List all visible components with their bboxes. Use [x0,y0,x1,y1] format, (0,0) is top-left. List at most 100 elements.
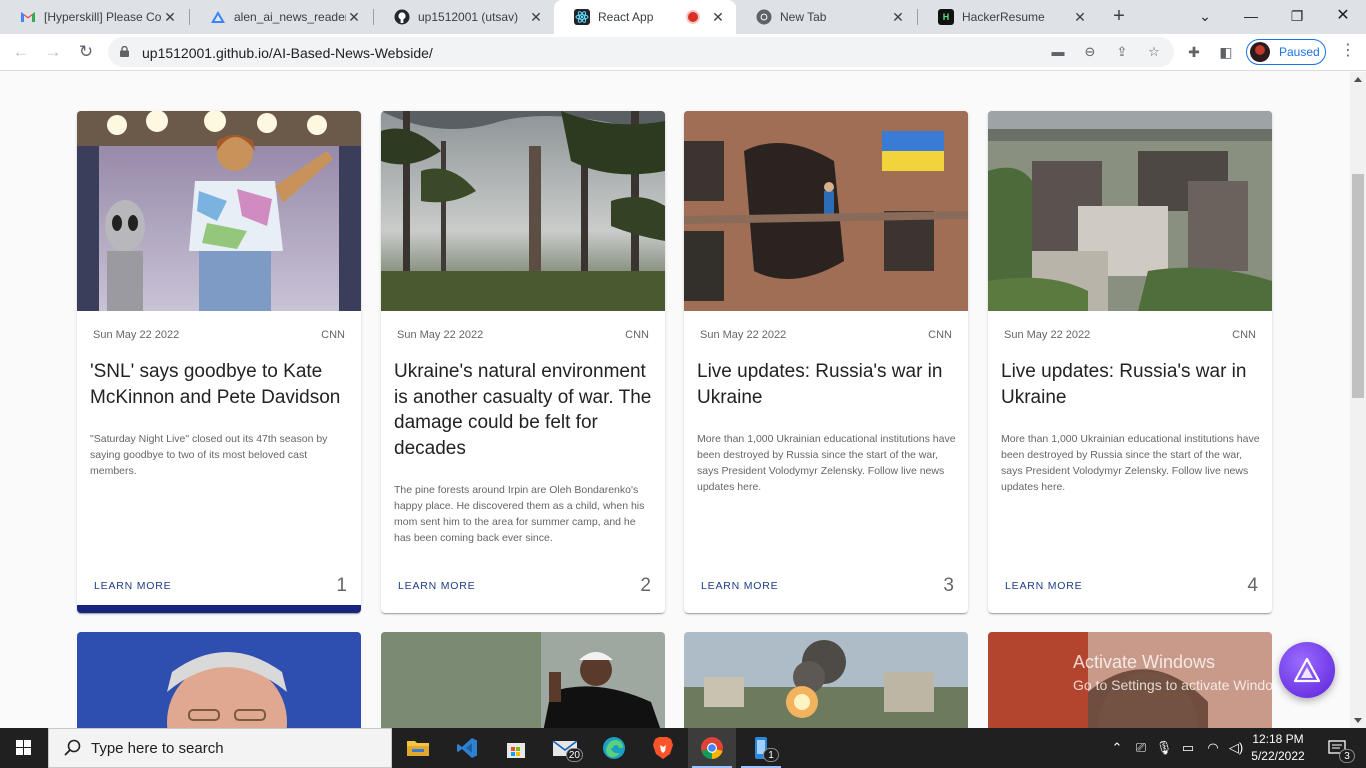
news-card-image[interactable] [77,632,361,728]
article-title: Live updates: Russia's war in Ukraine [697,361,943,408]
article-image[interactable] [684,111,968,311]
search-icon [64,739,81,756]
browser-tab-strip: [Hyperskill] Please Con ✕ alen_ai_news_r… [0,0,1366,34]
news-card-image[interactable] [381,632,665,728]
close-icon[interactable]: ✕ [346,9,362,26]
learn-more-button[interactable]: LEARN MORE [1005,580,1082,592]
tab-new-tab[interactable]: New Tab ✕ [736,0,916,34]
maximize-button[interactable]: ❐ [1285,5,1309,27]
article-source: CNN [1232,329,1256,341]
taskbar-clock[interactable]: 12:18 PM 5/22/2022 [1248,731,1308,765]
page-scrollbar[interactable] [1350,72,1366,728]
tab-title: [Hyperskill] Please Con [44,10,162,24]
extensions-puzzle-icon[interactable]: ✚ [1185,43,1203,61]
microphone-icon[interactable]: 🎙 [1155,728,1173,768]
article-number: 2 [640,575,651,596]
start-button[interactable] [0,728,48,768]
vscode-button[interactable] [443,728,491,768]
show-hidden-icons-chevron-icon[interactable]: ⌃ [1108,728,1126,768]
phone-badge: 1 [763,748,779,762]
minimize-button[interactable]: — [1239,5,1263,27]
article-image[interactable] [77,111,361,311]
wifi-icon[interactable]: ◠ [1203,728,1223,768]
edge-button[interactable] [590,728,638,768]
tab-title: HackerResume [962,10,1045,24]
mail-button[interactable]: 20 [541,728,589,768]
news-card[interactable]: Sun May 22 2022 CNN 'SNL' says goodbye t… [77,111,361,613]
profile-status: Paused [1279,45,1320,59]
camera-blocked-icon[interactable]: ▬ [1050,44,1066,60]
news-card[interactable]: Sun May 22 2022 CNN Live updates: Russia… [988,111,1272,613]
side-panel-icon[interactable]: ◧ [1217,43,1235,61]
meet-now-icon[interactable]: ⎚ [1131,728,1151,768]
learn-more-button[interactable]: LEARN MORE [398,580,475,592]
article-title: Ukraine's natural environment is another… [394,361,652,459]
article-image[interactable] [988,111,1272,311]
notification-center-button[interactable]: 3 [1318,728,1358,768]
scrollbar-thumb[interactable] [1352,174,1364,398]
tab-alan[interactable]: alen_ai_news_reader_a ✕ [190,0,372,34]
tab-title: up1512001 (utsav) [418,10,519,24]
zoom-icon[interactable]: ⊖ [1082,44,1098,60]
back-button[interactable]: ← [9,40,33,64]
alan-voice-button[interactable] [1279,642,1335,698]
article-date: Sun May 22 2022 [93,329,180,341]
taskbar-search-box[interactable]: Type here to search [48,728,392,768]
news-card-image[interactable] [684,632,968,728]
activate-windows-title: Activate Windows [1073,652,1216,672]
scroll-up-arrow-icon[interactable] [1354,77,1362,82]
close-icon[interactable]: ✕ [1072,9,1088,26]
close-window-button[interactable]: ✕ [1331,5,1355,27]
edge-icon [603,737,625,759]
hackerresume-icon: H [938,9,954,25]
url-text: up1512001.github.io/AI-Based-News-Websid… [142,45,433,61]
microsoft-store-button[interactable] [492,728,540,768]
recording-indicator-icon [688,12,698,22]
brave-button[interactable] [639,728,687,768]
article-image[interactable] [381,111,665,311]
article-title: Live updates: Russia's war in Ukraine [1001,361,1247,408]
notification-count-badge: 3 [1339,749,1355,763]
news-card[interactable]: Sun May 22 2022 CNN Ukraine's natural en… [381,111,665,613]
close-icon[interactable]: ✕ [710,9,726,26]
phone-link-button[interactable]: 1 [737,728,785,768]
learn-more-button[interactable]: LEARN MORE [701,580,778,592]
browser-toolbar: ← → ↻ up1512001.github.io/AI-Based-News-… [0,34,1366,71]
new-tab-button[interactable]: + [1108,6,1130,28]
browser-menu-icon[interactable]: ⋮ [1339,40,1357,60]
tab-gmail[interactable]: [Hyperskill] Please Con ✕ [0,0,188,34]
learn-more-button[interactable]: LEARN MORE [94,580,171,592]
gmail-icon [20,9,36,25]
profile-button[interactable]: Paused [1246,39,1326,65]
article-number: 3 [943,575,954,596]
reload-button[interactable]: ↻ [74,40,98,64]
battery-icon[interactable]: ▭ [1178,728,1198,768]
scroll-down-arrow-icon[interactable] [1354,718,1362,723]
tab-search-icon[interactable]: ⌄ [1193,5,1217,27]
tab-hackerresume[interactable]: H HackerResume ✕ [918,0,1098,34]
brave-icon [653,737,673,759]
share-icon[interactable]: ⇪ [1114,44,1130,60]
tab-react-app[interactable]: React App ✕ [554,0,736,34]
news-card[interactable]: Sun May 22 2022 CNN Live updates: Russia… [684,111,968,613]
article-title: 'SNL' says goodbye to Kate McKinnon and … [90,361,341,408]
close-icon[interactable]: ✕ [528,9,544,26]
tab-title: React App [598,10,654,24]
tab-title: New Tab [780,10,827,24]
address-bar[interactable]: up1512001.github.io/AI-Based-News-Websid… [108,37,1174,67]
react-icon [574,9,590,25]
bookmark-star-icon[interactable]: ☆ [1146,44,1162,60]
close-icon[interactable]: ✕ [162,9,178,26]
chrome-button[interactable] [688,728,736,768]
volume-icon[interactable]: ◁) [1227,728,1245,768]
close-icon[interactable]: ✕ [890,9,906,26]
article-number: 4 [1247,575,1258,596]
clock-time: 12:18 PM [1252,732,1304,746]
forward-button[interactable]: → [41,40,65,64]
alan-icon [210,9,226,25]
alan-icon [1293,657,1321,683]
file-explorer-button[interactable] [394,728,442,768]
article-description: "Saturday Night Live" closed out its 47t… [90,433,328,477]
article-date: Sun May 22 2022 [1004,329,1091,341]
tab-github[interactable]: up1512001 (utsav) ✕ [374,0,554,34]
